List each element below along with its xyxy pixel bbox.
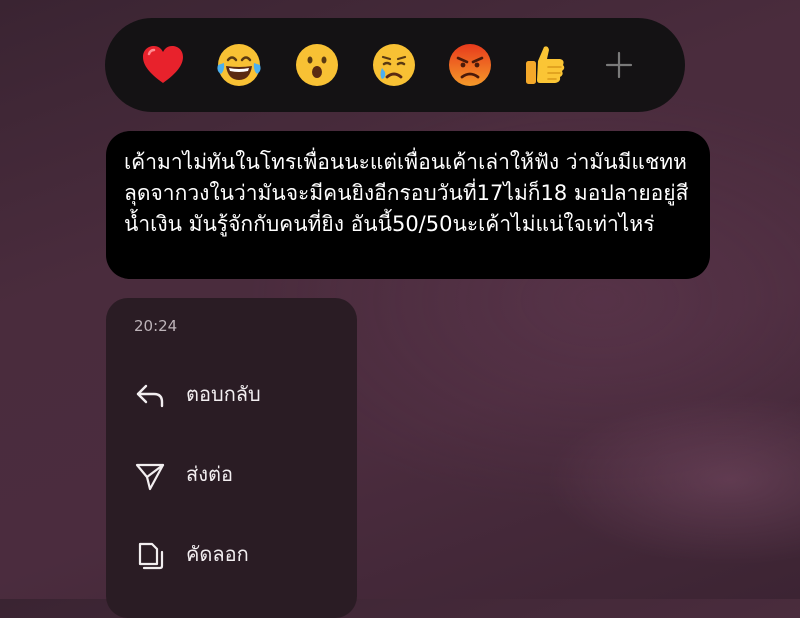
message-bubble[interactable]: เค้ามาไม่ทันในโทรเพื่อนนะแต่เพื่อนเค้าเล… — [106, 131, 710, 279]
menu-item-reply[interactable]: ตอบกลับ — [106, 364, 357, 424]
thumbs-up-icon — [526, 46, 565, 84]
angry-face-icon — [449, 44, 491, 86]
red-heart-icon — [143, 46, 183, 83]
copy-icon — [138, 542, 164, 570]
menu-item-forward-label: ส่งต่อ — [186, 462, 233, 486]
reaction-sad[interactable] — [370, 41, 418, 89]
laughing-tears-icon — [217, 44, 261, 86]
menu-item-forward[interactable]: ส่งต่อ — [106, 444, 357, 504]
crying-face-icon — [373, 44, 415, 86]
menu-item-copy-label: คัดลอก — [186, 542, 249, 566]
menu-item-copy[interactable]: คัดลอก — [106, 524, 357, 584]
message-text: เค้ามาไม่ทันในโทรเพื่อนนะแต่เพื่อนเค้าเล… — [124, 150, 689, 236]
message-context-menu: 20:24 ตอบกลับ ส่งต่อ คัดลอก — [106, 298, 357, 618]
reaction-thumbs-up[interactable] — [520, 41, 568, 89]
menu-item-reply-label: ตอบกลับ — [186, 382, 261, 406]
open-mouth-icon — [296, 44, 338, 86]
add-reaction-button[interactable] — [605, 51, 633, 79]
message-timestamp: 20:24 — [134, 317, 178, 335]
reaction-heart[interactable] — [139, 41, 187, 89]
reaction-tears-of-joy[interactable] — [215, 41, 263, 89]
plus-icon — [605, 51, 633, 79]
reaction-bar — [105, 18, 685, 112]
reaction-surprised[interactable] — [293, 41, 341, 89]
reply-arrow-icon — [136, 384, 164, 408]
send-paper-plane-icon — [135, 463, 165, 491]
reaction-angry[interactable] — [446, 41, 494, 89]
